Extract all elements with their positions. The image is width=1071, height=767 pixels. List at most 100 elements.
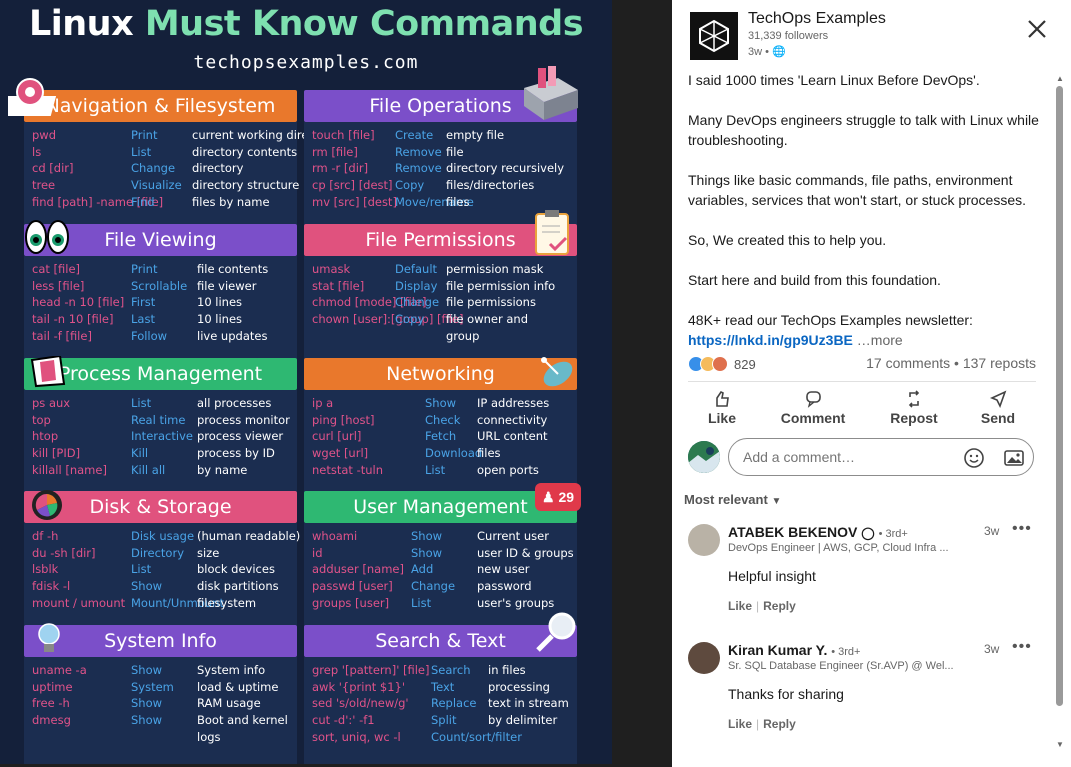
command-text: passwd [user] xyxy=(312,579,393,594)
command-text: groups [user] xyxy=(312,595,390,610)
command-description: directory recursively xyxy=(446,161,565,176)
command-row: tail -n 10 [file] Last 10 lines xyxy=(24,312,297,329)
post-paragraph: Things like basic commands, file paths, … xyxy=(688,172,1027,208)
command-description: permission mask xyxy=(446,262,544,276)
command-action: List xyxy=(131,396,152,410)
command-text: du -sh [dir] xyxy=(32,545,96,560)
command-text: dmesg xyxy=(32,713,71,728)
section-body: cat [file] Print file contents less [file] S… xyxy=(24,256,297,364)
command-text: mount / umount xyxy=(32,595,126,610)
image-viewer: Linux Must Know Commands techopsexamples… xyxy=(0,0,672,767)
comment-box[interactable] xyxy=(728,438,1034,476)
image-icon[interactable] xyxy=(1003,447,1025,469)
command-description: live updates xyxy=(197,328,268,343)
command-action: Search xyxy=(431,663,471,677)
commenter-name[interactable]: Kiran Kumar Y. • 3rd+ xyxy=(728,642,860,658)
command-description: 10 lines xyxy=(197,295,243,310)
command-row: ping [host] Check connectivity xyxy=(304,413,577,430)
scroll-thumb[interactable] xyxy=(1056,86,1063,706)
scroll-up-icon[interactable]: ▲ xyxy=(1056,74,1064,83)
command-row: find [path] -name [file] Find files by nam… xyxy=(24,195,297,212)
comment-like-button[interactable]: Like xyxy=(728,717,752,731)
command-description: group xyxy=(446,328,480,343)
command-row: kill [PID] Kill process by ID xyxy=(24,446,297,463)
command-description: URL content xyxy=(477,429,548,444)
comment-like-button[interactable]: Like xyxy=(728,599,752,613)
comment-input[interactable] xyxy=(741,448,945,466)
command-row: group xyxy=(304,329,577,346)
emoji-icon[interactable] xyxy=(963,447,985,469)
command-action: Show xyxy=(131,713,163,728)
sort-dropdown[interactable]: Most relevant ▼ xyxy=(684,492,781,507)
command-description: file viewer xyxy=(197,278,257,293)
infographic-title: Linux Must Know Commands xyxy=(28,4,584,44)
command-row: touch [file] Create empty file xyxy=(304,128,577,145)
command-action: Kill all xyxy=(131,462,166,477)
divider xyxy=(688,381,1036,382)
repost-icon xyxy=(908,390,920,408)
command-action: Check xyxy=(425,412,461,427)
scroll-down-icon[interactable]: ▼ xyxy=(1056,740,1064,749)
command-action: Replace xyxy=(431,696,477,711)
command-description: Boot and kernel xyxy=(197,713,288,728)
send-button[interactable]: Send xyxy=(963,390,1033,426)
command-row: id Show user ID & groups xyxy=(304,546,577,563)
command-action: Find xyxy=(131,194,155,209)
command-description: new user xyxy=(477,562,530,577)
sort-label: Most relevant xyxy=(684,492,768,507)
command-text: htop xyxy=(32,429,59,444)
command-text: head -n 10 [file] xyxy=(32,295,125,310)
command-description: files xyxy=(477,446,501,461)
command-text: less [file] xyxy=(32,278,85,293)
command-description: 10 lines xyxy=(197,312,243,327)
command-description: by name xyxy=(197,462,248,477)
command-text: tree xyxy=(32,178,56,193)
author-name[interactable]: TechOps Examples xyxy=(748,10,886,28)
commenter-avatar[interactable] xyxy=(688,524,720,556)
command-text: touch [file] xyxy=(312,128,375,142)
comment-reply-button[interactable]: Reply xyxy=(763,599,796,613)
command-row: lsblk List block devices xyxy=(24,562,297,579)
command-action: Change xyxy=(395,295,440,310)
newsletter-link[interactable]: https://lnkd.in/gp9Uz3BE xyxy=(688,332,853,348)
commenter-avatar[interactable] xyxy=(688,642,720,674)
command-text: grep '[pattern]' [file] xyxy=(312,663,430,677)
section-title: System Info xyxy=(24,625,297,657)
like-button[interactable]: Like xyxy=(687,390,757,426)
reactions-summary[interactable]: 829 xyxy=(688,355,756,373)
command-description: logs xyxy=(197,729,221,744)
comment-button[interactable]: Comment xyxy=(778,390,848,426)
command-description: user ID & groups xyxy=(477,545,574,560)
post-paragraph: Start here and build from this foundatio… xyxy=(688,272,941,288)
repost-button[interactable]: Repost xyxy=(879,390,949,426)
command-row: fdisk -l Show disk partitions xyxy=(24,579,297,596)
command-action: Disk usage xyxy=(131,529,195,543)
command-description: file xyxy=(446,144,464,159)
like-label: Like xyxy=(707,410,736,426)
more-options-icon[interactable]: ••• xyxy=(1012,520,1032,538)
scrollbar[interactable]: ▲ ▼ xyxy=(1056,74,1064,754)
close-icon[interactable] xyxy=(1024,16,1050,42)
celebrate-reaction-icon xyxy=(712,356,728,372)
command-text: top xyxy=(32,412,51,427)
comments-reposts-count[interactable]: 17 comments • 137 reposts xyxy=(866,355,1036,371)
author-logo[interactable] xyxy=(690,12,738,60)
command-text: ps aux xyxy=(32,396,71,410)
command-text: rm -r [dir] xyxy=(312,161,369,176)
command-row: uptime System load & uptime xyxy=(24,680,297,697)
more-options-icon[interactable]: ••• xyxy=(1012,638,1032,656)
comment-reply-button[interactable]: Reply xyxy=(763,717,796,731)
see-more-link[interactable]: …more xyxy=(857,332,903,348)
section-body: ps aux List all processes top Real time proce… xyxy=(24,390,297,498)
file-cabinet-icon xyxy=(524,66,578,120)
command-action: Remove xyxy=(395,161,442,176)
command-description: process monitor xyxy=(197,412,290,427)
command-text: whoami xyxy=(312,529,358,543)
command-text: netstat -tuln xyxy=(312,462,384,477)
command-action: Print xyxy=(131,128,158,142)
section-body: uname -a Show System info uptime System load … xyxy=(24,657,297,764)
globe-icon: 🌐 xyxy=(772,46,786,58)
commenter-name[interactable]: ATABEK BEKENOV ◯ • 3rd+ xyxy=(728,524,908,540)
magnifier-icon xyxy=(536,612,576,652)
command-description: text in stream xyxy=(488,696,569,711)
